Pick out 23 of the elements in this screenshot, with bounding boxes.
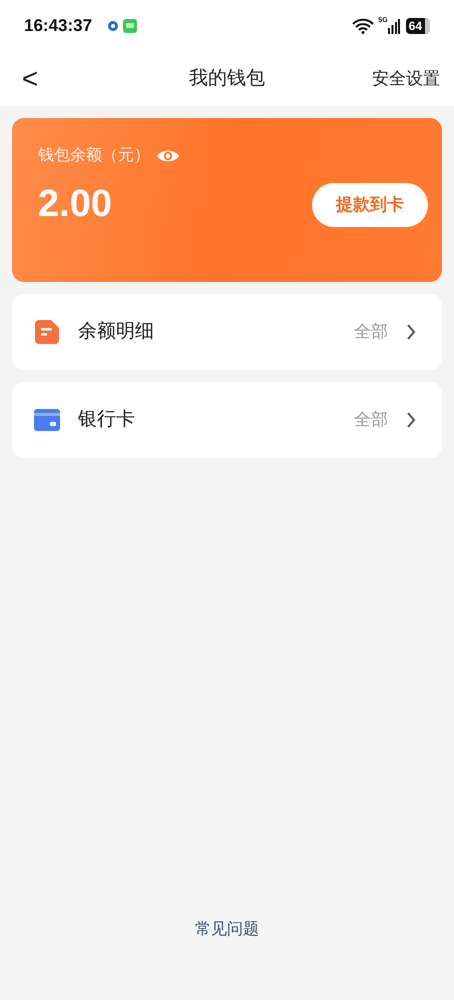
chevron-right-icon bbox=[406, 412, 416, 428]
menu-item[interactable]: 银行卡 全部 bbox=[12, 382, 442, 458]
security-settings-link[interactable]: 安全设置 bbox=[372, 66, 440, 92]
menu-item[interactable]: 余额明细 全部 bbox=[12, 294, 442, 370]
document-icon bbox=[35, 320, 59, 344]
signal-icon bbox=[388, 18, 400, 34]
faq-link[interactable]: 常见问题 bbox=[195, 918, 259, 942]
message-notification-icon bbox=[123, 19, 138, 33]
eye-icon[interactable] bbox=[156, 148, 180, 164]
battery-level: 64 bbox=[406, 18, 430, 34]
menu-item-label: 银行卡 bbox=[78, 408, 136, 432]
status-time: 16:43:37 bbox=[24, 15, 92, 38]
menu-item-value: 全部 bbox=[354, 321, 388, 344]
balance-label: 钱包余额（元） bbox=[38, 146, 150, 166]
bank-card-icon bbox=[34, 409, 60, 431]
app-notification-icon bbox=[108, 21, 118, 31]
balance-amount: 2.00 bbox=[38, 182, 112, 227]
wifi-icon bbox=[352, 18, 374, 34]
back-button[interactable]: < bbox=[18, 65, 42, 93]
menu-item-value: 全部 bbox=[354, 409, 388, 432]
chevron-right-icon bbox=[406, 324, 416, 340]
menu-item-label: 余额明细 bbox=[78, 320, 155, 344]
page-title: 我的钱包 bbox=[189, 66, 265, 91]
